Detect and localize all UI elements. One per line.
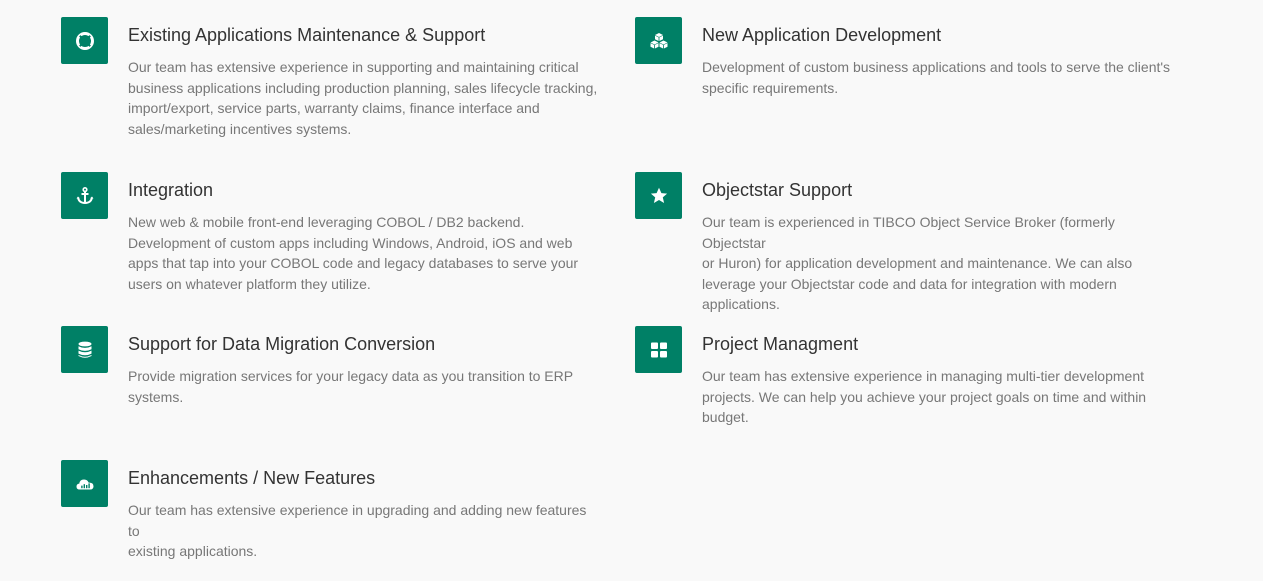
service-enhancements: Enhancements / New Features Our team has…	[61, 460, 621, 560]
service-description: Our team has extensive experience in upg…	[128, 502, 587, 559]
service-maintenance-support: Existing Applications Maintenance & Supp…	[61, 17, 621, 147]
service-description: Our team has extensive experience in sup…	[128, 59, 598, 137]
service-title: Existing Applications Maintenance & Supp…	[128, 25, 486, 45]
service-new-app-development: New Application Development Development …	[635, 17, 1195, 117]
service-title: Support for Data Migration Conversion	[128, 334, 436, 354]
service-title: Objectstar Support	[702, 180, 853, 200]
service-description: Our team is experienced in TIBCO Object …	[702, 214, 1133, 312]
service-title: Integration	[128, 180, 214, 200]
star-icon	[635, 172, 682, 219]
service-description: Our team has extensive experience in man…	[702, 368, 1147, 425]
service-integration: Integration New web & mobile front-end l…	[61, 172, 621, 302]
anchor-icon	[61, 172, 108, 219]
cubes-icon	[635, 17, 682, 64]
life-ring-icon	[61, 17, 108, 64]
service-title: Enhancements / New Features	[128, 468, 376, 488]
service-title: Project Managment	[702, 334, 859, 354]
cloud-chart-icon	[61, 460, 108, 507]
service-description: New web & mobile front-end leveraging CO…	[128, 214, 579, 292]
service-objectstar-support: Objectstar Support Our team is experienc…	[635, 172, 1195, 312]
database-icon	[61, 326, 108, 373]
service-data-migration: Support for Data Migration Conversion Pr…	[61, 326, 621, 426]
service-description: Development of custom business applicati…	[702, 59, 1171, 96]
service-project-management: Project Managment Our team has extensive…	[635, 326, 1195, 436]
service-title: New Application Development	[702, 25, 942, 45]
service-description: Provide migration services for your lega…	[128, 368, 574, 405]
grid-icon	[635, 326, 682, 373]
